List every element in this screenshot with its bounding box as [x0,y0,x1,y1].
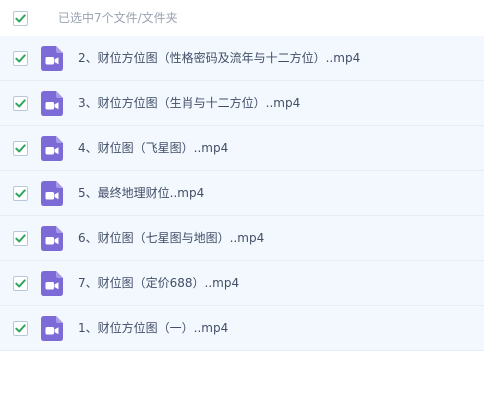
file-row[interactable]: 3、财位方位图（生肖与十二方位）..mp4 [0,81,484,126]
video-file-icon [41,226,63,251]
video-file-icon [41,271,63,296]
checkmark-icon [15,189,26,198]
checkmark-icon [15,234,26,243]
checkmark-icon [15,144,26,153]
selection-summary: 已选中7个文件/文件夹 [58,11,178,25]
checkmark-icon [15,324,26,333]
file-row[interactable]: 6、财位图（七星图与地图）..mp4 [0,216,484,261]
select-all-checkbox[interactable] [13,11,28,26]
file-checkbox[interactable] [13,321,28,336]
video-file-icon [41,91,63,116]
file-name[interactable]: 3、财位方位图（生肖与十二方位）..mp4 [78,95,300,112]
file-row[interactable]: 1、财位方位图（一）..mp4 [0,306,484,351]
file-name[interactable]: 2、财位方位图（性格密码及流年与十二方位）..mp4 [78,50,360,67]
checkmark-icon [15,99,26,108]
file-row[interactable]: 7、财位图（定价688）..mp4 [0,261,484,306]
file-checkbox[interactable] [13,96,28,111]
checkmark-icon [15,54,26,63]
file-checkbox[interactable] [13,276,28,291]
selection-header: 已选中7个文件/文件夹 [0,0,484,36]
file-checkbox[interactable] [13,141,28,156]
file-name[interactable]: 7、财位图（定价688）..mp4 [78,275,239,292]
file-selection-panel: 已选中7个文件/文件夹 2、财位方位图（性格密码及流年与十二方位）..mp4 3… [0,0,484,404]
file-checkbox[interactable] [13,51,28,66]
file-list: 2、财位方位图（性格密码及流年与十二方位）..mp4 3、财位方位图（生肖与十二… [0,36,484,351]
video-file-icon [41,316,63,341]
file-row[interactable]: 5、最终地理财位..mp4 [0,171,484,216]
video-file-icon [41,136,63,161]
file-row[interactable]: 4、财位图（飞星图）..mp4 [0,126,484,171]
checkmark-icon [15,279,26,288]
file-row[interactable]: 2、财位方位图（性格密码及流年与十二方位）..mp4 [0,36,484,81]
file-checkbox[interactable] [13,186,28,201]
file-name[interactable]: 4、财位图（飞星图）..mp4 [78,140,228,157]
file-name[interactable]: 5、最终地理财位..mp4 [78,185,204,202]
file-name[interactable]: 6、财位图（七星图与地图）..mp4 [78,230,264,247]
checkmark-icon [15,14,26,23]
file-checkbox[interactable] [13,231,28,246]
video-file-icon [41,181,63,206]
file-name[interactable]: 1、财位方位图（一）..mp4 [78,320,228,337]
video-file-icon [41,46,63,71]
